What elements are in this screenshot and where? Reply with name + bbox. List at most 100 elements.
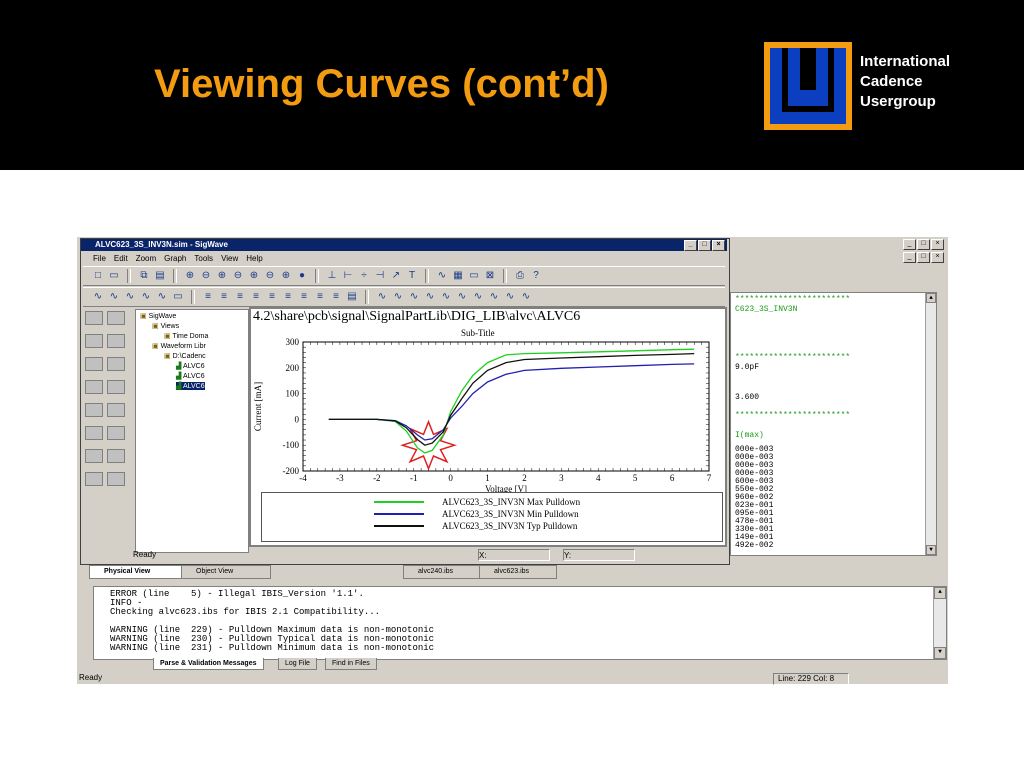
tab-alvc240[interactable]: alvc240.ibs: [403, 565, 481, 579]
print-icon[interactable]: ⎙: [513, 269, 527, 283]
sigwave-titlebar[interactable]: ALVC623_3S_INV3N.sim - SigWave _ □ ×: [81, 239, 727, 251]
palette-tool-icon[interactable]: [107, 311, 125, 325]
zoom-x-icon[interactable]: ⊖: [263, 269, 277, 283]
scroll-up-icon[interactable]: ▲: [934, 587, 946, 599]
tab-parse-validation[interactable]: Parse & Validation Messages: [153, 658, 264, 670]
wave-tool-icon[interactable]: ∿: [107, 290, 121, 304]
sig-maximize-button[interactable]: □: [698, 240, 711, 251]
wave-tool-icon[interactable]: ∿: [123, 290, 137, 304]
palette-tool-icon[interactable]: [107, 426, 125, 440]
marker-right-icon[interactable]: ⊣: [373, 269, 387, 283]
palette-tool-icon[interactable]: [107, 403, 125, 417]
grid-icon[interactable]: ▦: [451, 269, 465, 283]
measure-tool-icon[interactable]: ∿: [519, 290, 533, 304]
wave-tool-icon[interactable]: ▭: [171, 290, 185, 304]
bus-tool-icon[interactable]: ≡: [281, 290, 295, 304]
measure-tool-icon[interactable]: ∿: [471, 290, 485, 304]
xy-icon[interactable]: ⊠: [483, 269, 497, 283]
zoom-area-icon[interactable]: ⊖: [231, 269, 245, 283]
waveform-icon[interactable]: ∿: [435, 269, 449, 283]
menu-help[interactable]: Help: [246, 252, 262, 266]
output-scrollbar[interactable]: ▲ ▼: [933, 587, 946, 659]
zoom-in-icon[interactable]: ⊕: [183, 269, 197, 283]
maximize-button[interactable]: □: [917, 239, 930, 250]
palette-tool-icon[interactable]: [107, 357, 125, 371]
doc-close-button[interactable]: ×: [931, 252, 944, 263]
zoom-out-icon[interactable]: ⊖: [199, 269, 213, 283]
iv-chart[interactable]: -4 -3 -2 -1 0 1 2 3 4 5 6 7 -200 -100 0 100 200 300 Voltag…: [251, 309, 727, 492]
tree-node[interactable]: ▟ ALVC6: [176, 382, 205, 390]
bus-tool-icon[interactable]: ≡: [233, 290, 247, 304]
measure-tool-icon[interactable]: ∿: [439, 290, 453, 304]
menu-file[interactable]: File: [93, 252, 106, 266]
paste-icon[interactable]: ▤: [153, 269, 167, 283]
editor-scrollbar[interactable]: ▲ ▼: [925, 293, 936, 555]
bus-tool-icon[interactable]: ≡: [297, 290, 311, 304]
tab-object-view[interactable]: Object View: [181, 565, 271, 579]
zoom-y-icon[interactable]: ⊕: [279, 269, 293, 283]
table-icon[interactable]: ▭: [467, 269, 481, 283]
measure-tool-icon[interactable]: ∿: [487, 290, 501, 304]
palette-tool-icon[interactable]: [107, 449, 125, 463]
marker-slope-icon[interactable]: ↗: [389, 269, 403, 283]
palette-tool-icon[interactable]: [85, 449, 103, 463]
bus-tool-icon[interactable]: ≡: [313, 290, 327, 304]
ibis-editor[interactable]: ************************ C623_3S_INV3N 9.…: [730, 292, 937, 556]
bus-tool-icon[interactable]: ≡: [265, 290, 279, 304]
doc-minimize-button[interactable]: _: [903, 252, 916, 263]
measure-tool-icon[interactable]: ∿: [375, 290, 389, 304]
tab-physical-view[interactable]: Physical View: [89, 565, 185, 579]
tree-node[interactable]: ▣ Time Doma: [164, 332, 208, 340]
palette-tool-icon[interactable]: [85, 311, 103, 325]
bus-tool-icon[interactable]: ≡: [217, 290, 231, 304]
pan-icon[interactable]: ●: [295, 269, 309, 283]
palette-tool-icon[interactable]: [85, 472, 103, 486]
marker-left-icon[interactable]: ⊢: [341, 269, 355, 283]
zoom-prev-icon[interactable]: ⊕: [247, 269, 261, 283]
bus-tool-icon[interactable]: ▤: [345, 290, 359, 304]
sig-minimize-button[interactable]: _: [684, 240, 697, 251]
bus-tool-icon[interactable]: ≡: [329, 290, 343, 304]
output-pane[interactable]: ▲ ▼ ERROR (line 5) - Illegal IBIS_Versio…: [93, 586, 947, 660]
help-icon[interactable]: ?: [529, 269, 543, 283]
bus-tool-icon[interactable]: ≡: [201, 290, 215, 304]
marker-center-icon[interactable]: ÷: [357, 269, 371, 283]
tree-node[interactable]: ▣ Views: [152, 322, 179, 330]
palette-tool-icon[interactable]: [85, 357, 103, 371]
tree-node[interactable]: ▟ ALVC6: [176, 372, 205, 380]
close-button[interactable]: ×: [931, 239, 944, 250]
bus-tool-icon[interactable]: ≡: [249, 290, 263, 304]
wave-tool-icon[interactable]: ∿: [91, 290, 105, 304]
palette-tool-icon[interactable]: [85, 380, 103, 394]
tab-alvc623[interactable]: alvc623.ibs: [479, 565, 557, 579]
tree-node[interactable]: ▣ SigWave: [140, 312, 176, 320]
menu-edit[interactable]: Edit: [114, 252, 128, 266]
tree-node[interactable]: ▣ D:\Cadenc: [164, 352, 206, 360]
menu-zoom[interactable]: Zoom: [136, 252, 156, 266]
tree-node[interactable]: ▟ ALVC6: [176, 362, 205, 370]
measure-tool-icon[interactable]: ∿: [391, 290, 405, 304]
menu-tools[interactable]: Tools: [194, 252, 213, 266]
wave-tool-icon[interactable]: ∿: [139, 290, 153, 304]
waveform-tree[interactable]: ▣ SigWave ▣ Views ▣ Time Doma ▣ Waveform Li…: [135, 309, 249, 553]
measure-tool-icon[interactable]: ∿: [407, 290, 421, 304]
wave-tool-icon[interactable]: ∿: [155, 290, 169, 304]
palette-tool-icon[interactable]: [85, 334, 103, 348]
tab-find-in-files[interactable]: Find in Files: [325, 658, 377, 670]
measure-tool-icon[interactable]: ∿: [503, 290, 517, 304]
palette-tool-icon[interactable]: [107, 380, 125, 394]
palette-tool-icon[interactable]: [107, 472, 125, 486]
menu-graph[interactable]: Graph: [164, 252, 186, 266]
measure-tool-icon[interactable]: ∿: [455, 290, 469, 304]
scroll-down-icon[interactable]: ▼: [926, 545, 936, 555]
copy-icon[interactable]: ⧉: [137, 269, 151, 283]
palette-tool-icon[interactable]: [85, 403, 103, 417]
text-icon[interactable]: T: [405, 269, 419, 283]
palette-tool-icon[interactable]: [107, 334, 125, 348]
marker-icon[interactable]: ⊥: [325, 269, 339, 283]
open-folder-icon[interactable]: ▭: [107, 269, 121, 283]
tab-log-file[interactable]: Log File: [278, 658, 317, 670]
sig-close-button[interactable]: ×: [712, 240, 725, 251]
new-file-icon[interactable]: □: [91, 269, 105, 283]
tree-node[interactable]: ▣ Waveform Libr: [152, 342, 206, 350]
